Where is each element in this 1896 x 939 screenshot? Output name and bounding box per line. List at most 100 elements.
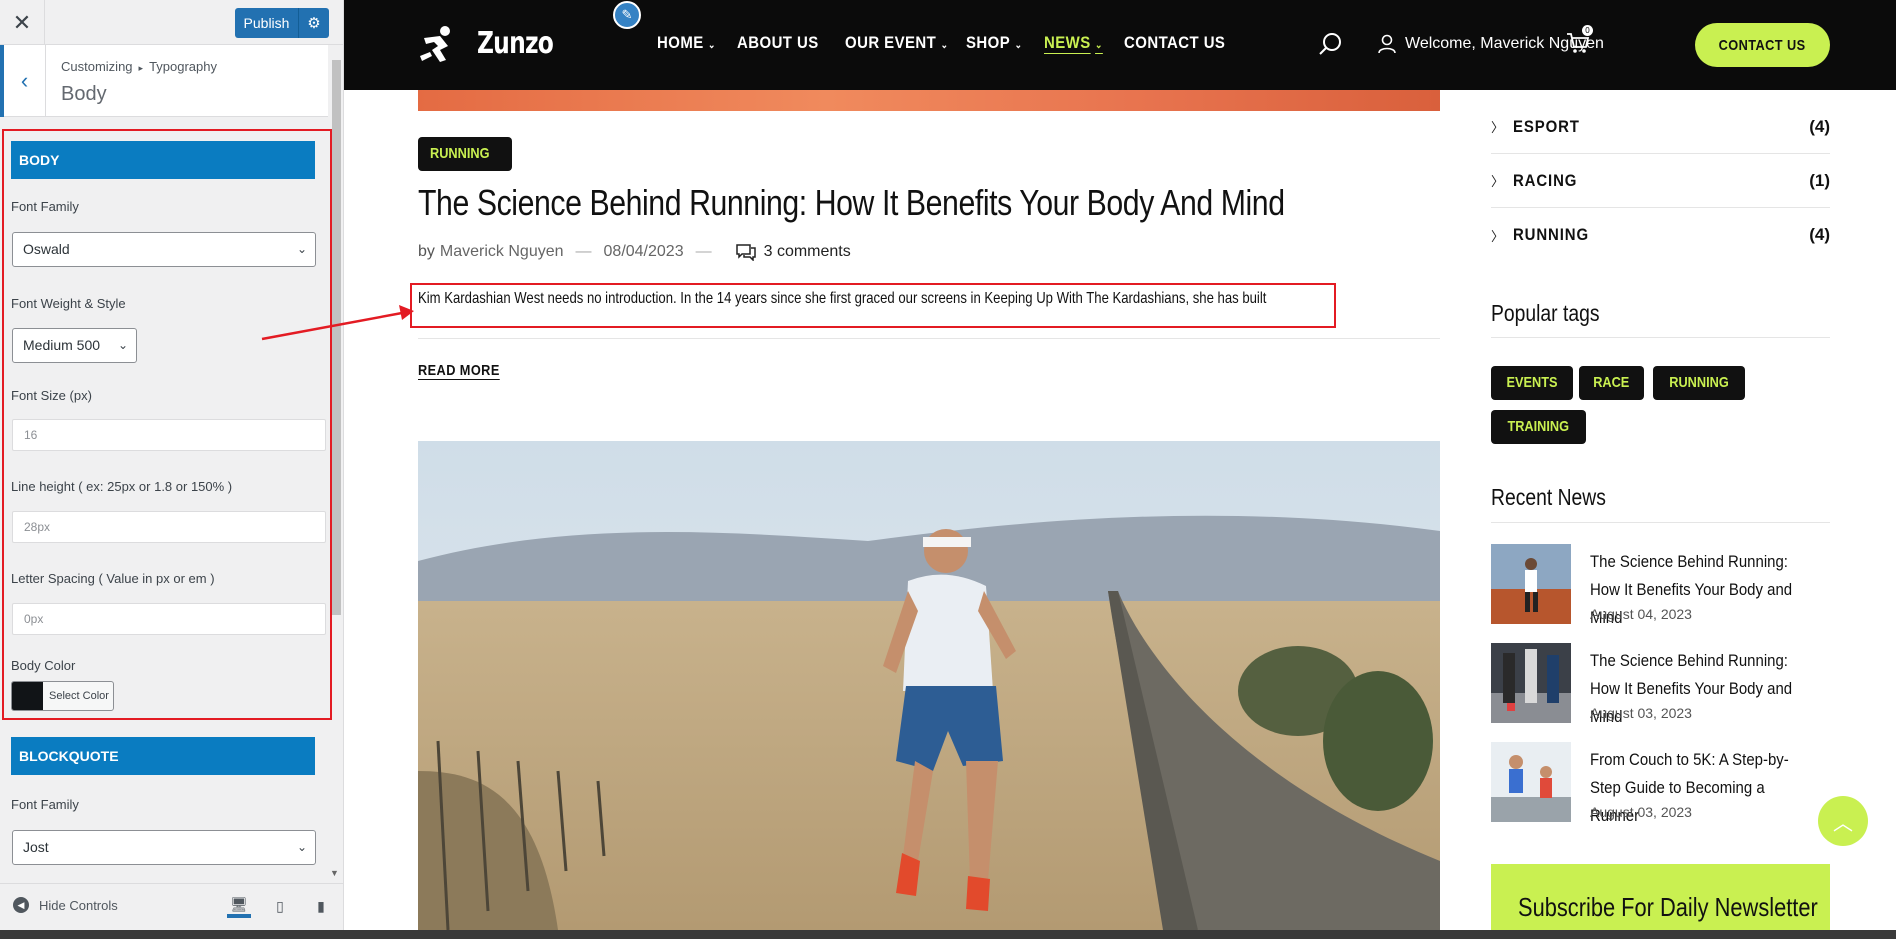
- tag-label[interactable]: EVENTS: [1507, 366, 1558, 400]
- hide-controls-label[interactable]: Hide Controls: [39, 898, 118, 913]
- chevron-down-icon: ⌄: [708, 40, 716, 51]
- tag-label[interactable]: RACE: [1593, 366, 1629, 400]
- scroll-down-icon[interactable]: ▼: [330, 868, 339, 878]
- previous-post-image[interactable]: [418, 90, 1440, 111]
- chevron-right-icon: 〉: [1491, 174, 1505, 189]
- widget-divider: [1491, 522, 1830, 523]
- post-category-badge[interactable]: RUNNING: [418, 137, 512, 171]
- devtools-strip: [0, 930, 1896, 939]
- panel-title: Body: [61, 83, 107, 105]
- category-name[interactable]: ESPORT: [1513, 117, 1580, 137]
- popular-tags-title: Popular tags: [1491, 300, 1600, 326]
- contact-us-label[interactable]: CONTACT US: [1719, 37, 1806, 54]
- search-icon[interactable]: [1318, 31, 1344, 57]
- hide-controls-button[interactable]: ◀ Hide Controls: [13, 897, 118, 913]
- category-row[interactable]: 〉 RUNNING (4): [1491, 208, 1830, 262]
- post-excerpt: Kim Kardashian West needs no introductio…: [418, 290, 1267, 307]
- user-icon[interactable]: [1377, 34, 1397, 54]
- category-row[interactable]: 〉 ESPORT (4): [1491, 100, 1830, 154]
- nav-our-event[interactable]: OUR EVENT ⌄: [845, 33, 948, 53]
- chevron-down-icon: ⌄: [1014, 40, 1023, 51]
- comments-icon: [735, 244, 756, 261]
- nav-news[interactable]: NEWS ⌄: [1044, 33, 1103, 53]
- post-meta: by Maverick Nguyen — 08/04/2023 — 3 comm…: [418, 243, 851, 261]
- post-author[interactable]: Maverick Nguyen: [440, 243, 564, 261]
- recent-news-date: August 03, 2023: [1590, 804, 1692, 820]
- category-name[interactable]: RUNNING: [1513, 225, 1589, 245]
- category-count: (4): [1809, 116, 1830, 136]
- contact-us-button[interactable]: CONTACT US: [1695, 23, 1830, 67]
- mobile-preview-icon[interactable]: ▮: [309, 894, 333, 918]
- publish-button[interactable]: Publish ⚙: [235, 8, 329, 38]
- nav-news-label[interactable]: NEWS: [1044, 33, 1091, 52]
- newsletter-widget: Subscribe For Daily Newsletter: [1491, 864, 1830, 930]
- customizer-topbar: ✕ Publish ⚙: [0, 0, 343, 45]
- blockquote-font-family-value: Jost: [23, 839, 49, 855]
- post-title[interactable]: The Science Behind Running: How It Benef…: [418, 182, 1285, 224]
- breadcrumb: Customizing ▸ Typography: [61, 59, 217, 74]
- desktop-preview-icon[interactable]: 🖥: [227, 894, 251, 918]
- nav-contact-label[interactable]: CONTACT US: [1124, 33, 1225, 52]
- customizer-window: ✕ Publish ⚙ ‹ Customizing ▸ Typography Bod…: [0, 0, 1896, 939]
- runner-logo-icon[interactable]: [418, 24, 458, 64]
- recent-news-thumbnail[interactable]: [1491, 742, 1571, 822]
- post-category-label[interactable]: RUNNING: [430, 137, 490, 171]
- close-icon[interactable]: ✕: [0, 0, 45, 45]
- tag-label[interactable]: TRAINING: [1507, 410, 1569, 444]
- post-date[interactable]: 08/04/2023: [604, 243, 684, 261]
- post-comments-count[interactable]: 3 comments: [764, 243, 851, 261]
- tag-chip[interactable]: EVENTS: [1491, 366, 1574, 400]
- blockquote-font-family-select[interactable]: Jost ⌄: [12, 830, 316, 865]
- publish-label[interactable]: Publish: [235, 8, 299, 38]
- blockquote-font-family-label: Font Family: [11, 797, 79, 812]
- tag-chip[interactable]: TRAINING: [1491, 410, 1586, 444]
- chevron-down-icon: ⌄: [1095, 40, 1103, 51]
- breadcrumb-section: Typography: [149, 59, 217, 74]
- breadcrumb-root: Customizing: [61, 59, 133, 74]
- panel-header: ‹ Customizing ▸ Typography Body: [0, 45, 328, 117]
- tag-chip[interactable]: RUNNING: [1653, 366, 1745, 400]
- edit-pencil-icon[interactable]: ✎: [613, 1, 641, 29]
- category-count: (4): [1809, 225, 1830, 244]
- newsletter-title: Subscribe For Daily Newsletter: [1518, 892, 1818, 922]
- chevron-up-icon[interactable]: ︿: [1833, 807, 1853, 836]
- tag-label[interactable]: RUNNING: [1669, 366, 1729, 400]
- widget-divider: [1491, 337, 1830, 338]
- chevron-right-icon: 〉: [1491, 120, 1505, 135]
- read-more-link[interactable]: READ MORE: [418, 362, 500, 379]
- recent-news-item[interactable]: The Science Behind Running: How It Benef…: [1491, 643, 1830, 726]
- site-logo-text[interactable]: Zunzo: [477, 26, 554, 61]
- category-row[interactable]: 〉 RACING (1): [1491, 154, 1830, 208]
- blockquote-section-header: BLOCKQUOTE: [11, 737, 315, 775]
- recent-news-date: August 04, 2023: [1590, 606, 1692, 622]
- nav-shop-label[interactable]: SHOP: [966, 33, 1010, 52]
- recent-news-thumbnail[interactable]: [1491, 544, 1571, 624]
- recent-news-item[interactable]: The Science Behind Running: How It Benef…: [1491, 544, 1830, 627]
- nav-about-label[interactable]: ABOUT US: [737, 33, 819, 52]
- back-to-top-button[interactable]: ︿: [1818, 796, 1868, 846]
- recent-news-thumbnail[interactable]: [1491, 643, 1571, 723]
- post-hero-image[interactable]: [418, 441, 1440, 930]
- nav-home-label[interactable]: HOME: [657, 33, 704, 52]
- site-preview: Zunzo ✎ HOME ⌄ ABOUT US OUR EVENT ⌄ SHOP ⌄ …: [344, 0, 1896, 930]
- category-name[interactable]: RACING: [1513, 171, 1577, 191]
- chevron-down-icon: ⌄: [940, 40, 949, 51]
- tablet-preview-icon[interactable]: ▯: [268, 894, 292, 918]
- back-arrow-icon[interactable]: ‹: [0, 45, 46, 117]
- recent-news-title: Recent News: [1491, 484, 1606, 510]
- recent-news-item[interactable]: From Couch to 5K: A Step-by-Step Guide t…: [1491, 742, 1830, 825]
- gear-icon[interactable]: ⚙: [299, 14, 329, 32]
- customizer-sidebar: ✕ Publish ⚙ ‹ Customizing ▸ Typography Bod…: [0, 0, 344, 939]
- scrollbar-thumb[interactable]: [332, 60, 341, 615]
- nav-home[interactable]: HOME ⌄: [657, 33, 716, 53]
- nav-about-us[interactable]: ABOUT US: [737, 33, 819, 53]
- nav-shop[interactable]: SHOP ⌄: [966, 33, 1022, 53]
- nav-event-label[interactable]: OUR EVENT: [845, 33, 936, 52]
- chevron-right-icon: 〉: [1491, 228, 1505, 244]
- chevron-down-icon: ⌄: [296, 840, 307, 854]
- customizer-footer: ◀ Hide Controls 🖥 ▯ ▮: [0, 883, 343, 928]
- hide-controls-icon[interactable]: ◀: [13, 897, 29, 913]
- tag-chip[interactable]: RACE: [1579, 366, 1644, 400]
- recent-news-date: August 03, 2023: [1590, 705, 1692, 721]
- nav-contact-us[interactable]: CONTACT US: [1124, 33, 1225, 53]
